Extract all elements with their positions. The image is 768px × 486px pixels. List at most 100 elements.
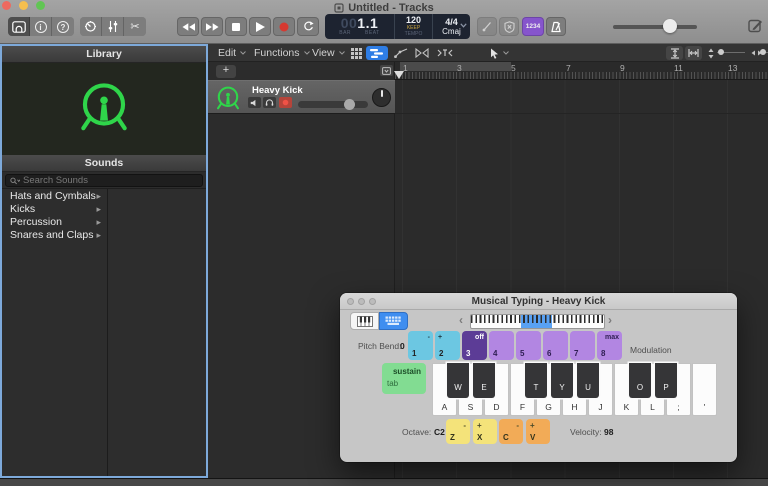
lcd-tempo-value: 120 bbox=[405, 15, 422, 25]
octave-up-key[interactable]: + X bbox=[473, 419, 497, 444]
black-key-u[interactable]: U bbox=[577, 363, 599, 398]
close-traffic-light[interactable] bbox=[347, 298, 354, 305]
fit-vertical-button[interactable] bbox=[666, 46, 683, 60]
black-key-w[interactable]: W bbox=[447, 363, 469, 398]
pitch-bend-value: 0 bbox=[400, 341, 405, 351]
view-menu[interactable]: View bbox=[312, 44, 345, 62]
track-volume-slider[interactable] bbox=[298, 99, 368, 110]
tuner-button[interactable] bbox=[477, 17, 497, 36]
octave-down-key[interactable]: -Z bbox=[446, 419, 470, 444]
mixer-button[interactable] bbox=[102, 17, 124, 36]
pitch-bend-up-key[interactable]: +2 bbox=[435, 331, 460, 360]
musical-typing-titlebar[interactable]: Musical Typing - Heavy Kick bbox=[340, 293, 737, 310]
piano-keys-icon bbox=[356, 315, 373, 327]
list-item-kicks[interactable]: Kicks ▸ bbox=[2, 203, 107, 215]
track-pan-knob[interactable] bbox=[372, 88, 391, 107]
smart-controls-button[interactable] bbox=[80, 17, 102, 36]
vertical-zoom-thumb[interactable] bbox=[718, 49, 724, 55]
list-item-snares-and-claps[interactable]: Snares and Claps ▸ bbox=[2, 229, 107, 241]
record-button[interactable] bbox=[273, 17, 295, 36]
chevron-down-icon bbox=[240, 51, 246, 55]
modulation-key-5[interactable]: 5 bbox=[516, 331, 541, 360]
master-fx-button[interactable] bbox=[499, 17, 519, 36]
library-icon bbox=[11, 20, 26, 33]
piano-keyboard-mode-button[interactable] bbox=[350, 312, 379, 330]
list-item-percussion[interactable]: Percussion ▸ bbox=[2, 216, 107, 228]
edit-menu[interactable]: Edit bbox=[218, 44, 246, 62]
musical-typing-window[interactable]: Musical Typing - Heavy Kick ‹ › Pitch Be… bbox=[340, 293, 737, 462]
master-volume-thumb[interactable] bbox=[663, 19, 677, 33]
add-track-button[interactable]: + bbox=[216, 65, 236, 78]
stop-button[interactable] bbox=[225, 17, 247, 36]
modulation-off-key[interactable]: off 3 bbox=[462, 331, 487, 360]
octave-right-arrow[interactable]: › bbox=[608, 313, 612, 327]
keyboard-overview[interactable] bbox=[470, 314, 605, 329]
metronome-button[interactable] bbox=[546, 17, 566, 36]
search-input[interactable]: Search Sounds bbox=[5, 174, 203, 187]
count-in-button[interactable]: 1234 bbox=[522, 17, 544, 36]
inspector-toggle-button[interactable]: i bbox=[30, 17, 52, 36]
record-enable-button[interactable] bbox=[279, 97, 292, 108]
editors-button[interactable]: ✂ bbox=[124, 17, 146, 36]
black-key-o[interactable]: O bbox=[629, 363, 651, 398]
modulation-key-6[interactable]: 6 bbox=[543, 331, 568, 360]
cycle-button[interactable] bbox=[297, 17, 319, 36]
fit-horizontal-button[interactable] bbox=[685, 46, 702, 60]
black-key-y[interactable]: Y bbox=[551, 363, 573, 398]
play-icon bbox=[255, 21, 265, 32]
rewind-button[interactable] bbox=[177, 17, 199, 36]
automation-button[interactable] bbox=[392, 46, 410, 60]
play-button[interactable] bbox=[249, 17, 271, 36]
pan-knob-pointer bbox=[381, 90, 383, 97]
modulation-key-7[interactable]: 7 bbox=[570, 331, 595, 360]
modulation-key-4[interactable]: 4 bbox=[489, 331, 514, 360]
pointer-tool-menu[interactable] bbox=[490, 44, 509, 62]
ruler-ticks bbox=[395, 72, 768, 79]
musical-typing-mode-button[interactable] bbox=[379, 312, 408, 330]
forward-button[interactable] bbox=[201, 17, 223, 36]
catch-playhead-button[interactable] bbox=[434, 46, 456, 60]
grid-view-button[interactable] bbox=[348, 46, 364, 60]
flex-button[interactable] bbox=[412, 46, 432, 60]
lcd-chevron-down-icon[interactable] bbox=[460, 23, 467, 28]
track-name[interactable]: Heavy Kick bbox=[252, 85, 303, 96]
mute-button[interactable] bbox=[248, 97, 261, 108]
black-key-p[interactable]: P bbox=[655, 363, 677, 398]
horizontal-zoom-thumb[interactable] bbox=[760, 49, 766, 55]
master-volume-slider[interactable] bbox=[613, 25, 697, 29]
modulation-max-key[interactable]: max 8 bbox=[597, 331, 622, 360]
cycle-range[interactable] bbox=[400, 62, 511, 71]
metronome-icon bbox=[551, 21, 561, 32]
chevron-right-icon: ▸ bbox=[96, 190, 101, 201]
zoom-traffic-light[interactable] bbox=[369, 298, 376, 305]
track-header-config-button[interactable] bbox=[380, 65, 393, 76]
black-key-e[interactable]: E bbox=[473, 363, 495, 398]
tracks-view-button[interactable] bbox=[366, 46, 388, 60]
lcd-display[interactable]: 001.1 BAR BEAT 120 KEEP TEMPO 4/4 Cmaj bbox=[325, 14, 470, 39]
velocity-down-key[interactable]: -C bbox=[499, 419, 523, 444]
customize-toolbar-button[interactable] bbox=[748, 18, 763, 33]
list-item-hats-and-cymbals[interactable]: Hats and Cymbals ▸ bbox=[2, 190, 107, 202]
black-key-t[interactable]: T bbox=[525, 363, 547, 398]
quick-help-button[interactable]: ? bbox=[52, 17, 74, 36]
library-toggle-button[interactable] bbox=[8, 17, 30, 36]
pitch-bend-down-key[interactable]: -1 bbox=[408, 331, 433, 360]
octave-left-arrow[interactable]: ‹ bbox=[459, 313, 463, 327]
functions-menu[interactable]: Functions bbox=[254, 44, 310, 62]
bar-ruler[interactable]: 1 3 5 7 9 11 13 bbox=[394, 62, 768, 80]
compose-pencil-icon bbox=[748, 19, 762, 33]
solo-button[interactable] bbox=[263, 97, 276, 108]
track-row-heavy-kick[interactable]: Heavy Kick bbox=[208, 80, 395, 114]
vertical-zoom-icon bbox=[708, 48, 714, 58]
track-lane-heavy-kick[interactable] bbox=[395, 80, 768, 114]
playhead-marker[interactable] bbox=[394, 71, 404, 79]
fast-forward-icon bbox=[205, 22, 219, 31]
track-volume-thumb[interactable] bbox=[344, 99, 355, 110]
white-key-apostrophe[interactable]: ' bbox=[692, 363, 717, 416]
vertical-zoom-control[interactable] bbox=[706, 46, 716, 60]
sustain-key[interactable]: sustain tab bbox=[382, 363, 426, 394]
window-title-bar: Untitled - Tracks bbox=[0, 2, 768, 14]
sounds-title: Sounds bbox=[84, 157, 124, 169]
minimize-traffic-light[interactable] bbox=[358, 298, 365, 305]
velocity-up-key[interactable]: + V bbox=[526, 419, 550, 444]
